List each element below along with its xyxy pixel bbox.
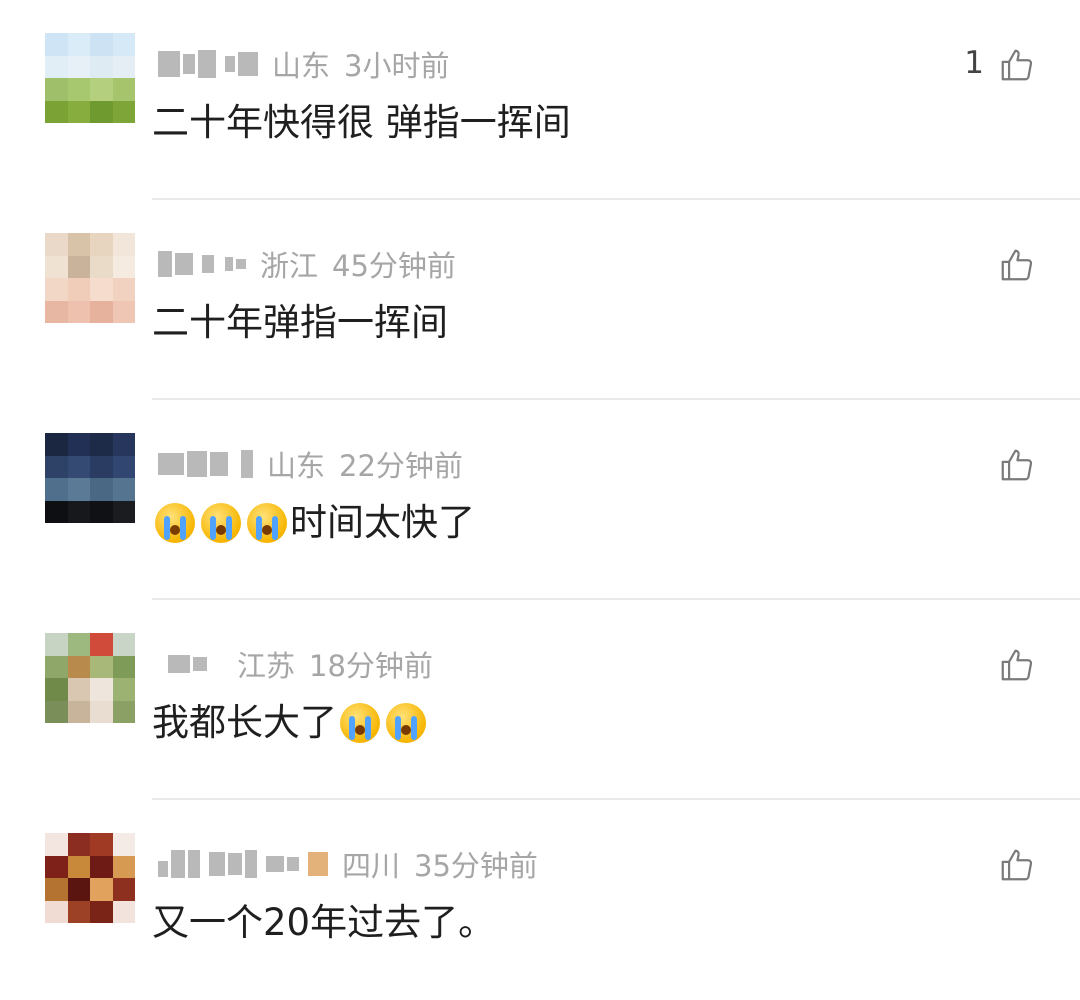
avatar[interactable]	[45, 433, 135, 523]
timestamp: 45分钟前	[332, 249, 456, 283]
comment-item: 山东 3小时前 二十年快得很 弹指一挥间 1	[0, 0, 1080, 200]
timestamp: 3小时前	[344, 49, 450, 83]
timestamp: 35分钟前	[414, 849, 538, 883]
crying-face-icon	[155, 503, 195, 543]
comment-text: 又一个20年过去了。	[152, 897, 495, 949]
location-label: 四川	[342, 849, 401, 883]
crying-face-icon	[340, 703, 380, 743]
location-label: 山东	[267, 449, 326, 483]
timestamp: 18分钟前	[309, 649, 433, 683]
avatar[interactable]	[45, 833, 135, 923]
comment-text: 时间太快了	[152, 497, 475, 549]
location-label: 江苏	[237, 649, 296, 683]
thumbs-up-icon[interactable]	[998, 646, 1036, 684]
location-label: 山东	[272, 49, 331, 83]
username-redacted[interactable]	[158, 247, 246, 281]
comment-text: 我都长大了	[152, 697, 429, 749]
timestamp: 22分钟前	[339, 449, 463, 483]
avatar[interactable]	[45, 233, 135, 323]
comment-item: 四川 35分钟前 又一个20年过去了。	[0, 800, 1080, 1000]
comment-item: 江苏 18分钟前 我都长大了	[0, 600, 1080, 800]
username-redacted[interactable]	[168, 647, 207, 681]
comment-meta: 山东 3小时前	[158, 44, 449, 84]
thumbs-up-icon[interactable]	[998, 846, 1036, 884]
thumbs-up-icon[interactable]	[998, 246, 1036, 284]
username-redacted[interactable]	[158, 47, 258, 81]
username-redacted[interactable]	[158, 847, 328, 881]
comment-meta: 山东 22分钟前	[158, 444, 463, 484]
username-redacted[interactable]	[158, 447, 253, 481]
comment-text-content: 我都长大了	[152, 701, 337, 744]
like-count: 1	[964, 45, 984, 81]
avatar[interactable]	[45, 33, 135, 123]
comment-meta: 四川 35分钟前	[158, 844, 538, 884]
thumbs-up-icon[interactable]	[998, 446, 1036, 484]
comment-text-content: 时间太快了	[290, 501, 475, 544]
comment-text-content: 又一个20年过去了。	[152, 901, 496, 944]
thumbs-up-icon[interactable]	[998, 46, 1036, 84]
comment-meta: 江苏 18分钟前	[168, 644, 433, 684]
comment-meta: 浙江 45分钟前	[158, 244, 456, 284]
comment-item: 山东 22分钟前 时间太快了	[0, 400, 1080, 600]
crying-face-icon	[386, 703, 426, 743]
comment-text-content: 二十年弹指一挥间	[152, 301, 448, 344]
crying-face-icon	[201, 503, 241, 543]
comment-text: 二十年弹指一挥间	[152, 297, 448, 349]
avatar[interactable]	[45, 633, 135, 723]
comment-item: 浙江 45分钟前 二十年弹指一挥间	[0, 200, 1080, 400]
location-label: 浙江	[260, 249, 319, 283]
crying-face-icon	[247, 503, 287, 543]
comment-text-content: 二十年快得很 弹指一挥间	[152, 101, 571, 144]
comment-text: 二十年快得很 弹指一挥间	[152, 97, 571, 149]
